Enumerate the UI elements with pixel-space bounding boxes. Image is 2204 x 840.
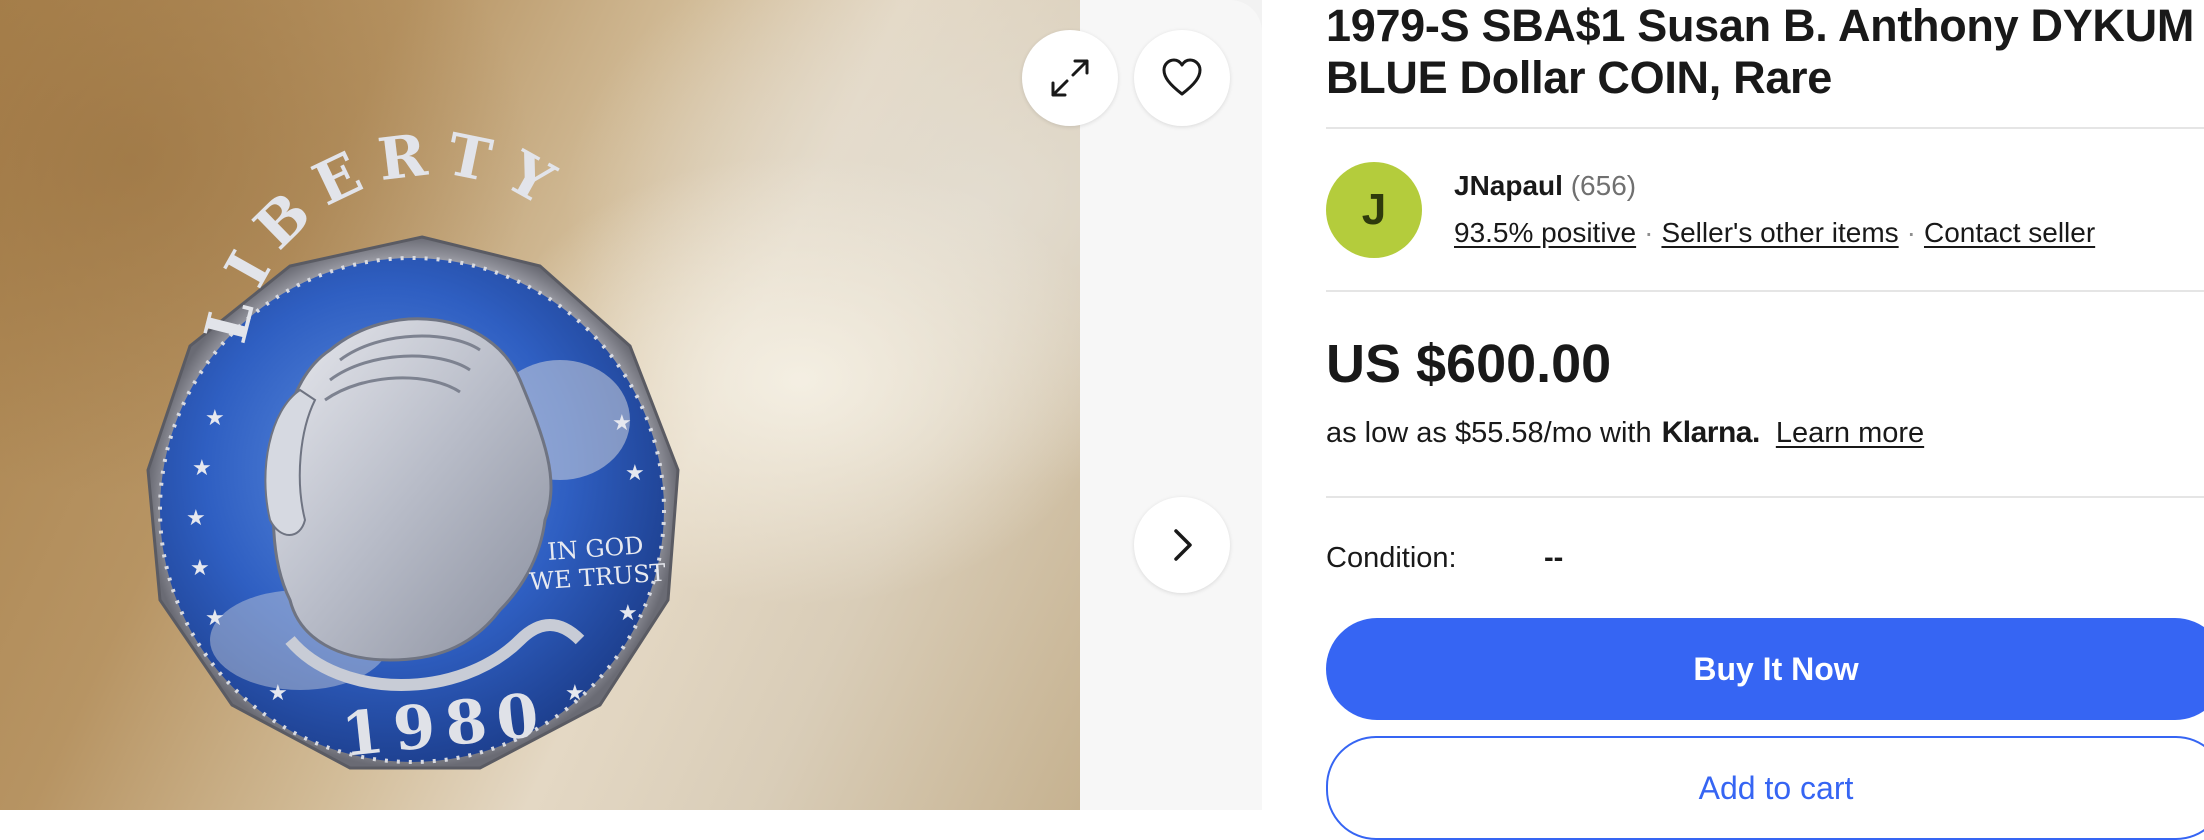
seller-info: JNapaul (656) [1454, 168, 1636, 204]
next-image-button[interactable] [1134, 497, 1230, 593]
svg-text:★: ★ [192, 456, 212, 481]
svg-text:★: ★ [190, 556, 210, 581]
chevron-right-icon [1174, 529, 1192, 561]
financing-offer: as low as $55.58/mo with Klarna. Learn mor… [1326, 415, 1924, 451]
klarna-logo: Klarna. [1661, 416, 1761, 449]
seller-name[interactable]: JNapaul [1454, 170, 1563, 201]
svg-text:★: ★ [186, 506, 206, 531]
divider [1326, 127, 2204, 129]
price: US $600.00 [1326, 334, 1612, 394]
watchlist-button[interactable] [1134, 30, 1230, 126]
seller-links: 93.5% positive · Seller's other items · Cont… [1454, 215, 2095, 251]
separator-dot: · [1906, 217, 1916, 248]
expand-icon [1051, 59, 1089, 97]
item-photo[interactable]: ★ ★ ★ ★ ★ ★ ★ ★ ★ ★ LIBERTY IN GOD WE TRUST 19… [0, 0, 1080, 810]
listing-title: 1979-S SBA$1 Susan B. Anthony DYKUM BLUE… [1326, 0, 2195, 103]
financing-text: as low as $55.58/mo with [1326, 417, 1652, 449]
svg-text:★: ★ [205, 606, 225, 631]
sellers-other-items-link[interactable]: Seller's other items [1661, 217, 1898, 248]
svg-text:★: ★ [268, 681, 288, 706]
learn-more-link[interactable]: Learn more [1776, 417, 1924, 449]
separator-dot: · [1644, 217, 1654, 248]
positive-feedback-link[interactable]: 93.5% positive [1454, 217, 1636, 248]
condition-value: -- [1544, 542, 1564, 574]
seller-feedback-count: (656) [1570, 170, 1637, 201]
avatar[interactable]: J [1326, 162, 1422, 258]
svg-text:★: ★ [625, 461, 645, 486]
coin-image: ★★★ ★★★ ★★★ ★ LIBERTY IN GOD WE TRUST 19… [146, 119, 680, 771]
heart-icon [1162, 58, 1202, 96]
svg-text:★: ★ [565, 681, 585, 706]
item-details-panel: 1979-S SBA$1 Susan B. Anthony DYKUM BLUE… [1326, 0, 2204, 840]
divider [1326, 290, 2204, 292]
buy-it-now-button[interactable]: Buy It Now [1326, 618, 2204, 720]
svg-text:★: ★ [612, 411, 632, 436]
svg-text:★: ★ [205, 406, 225, 431]
expand-button[interactable] [1022, 30, 1118, 126]
condition-label: Condition: [1326, 542, 1457, 574]
svg-text:★: ★ [618, 601, 638, 626]
add-to-cart-button[interactable]: Add to cart [1326, 736, 2204, 840]
contact-seller-link[interactable]: Contact seller [1924, 217, 2095, 248]
divider [1326, 496, 2204, 498]
